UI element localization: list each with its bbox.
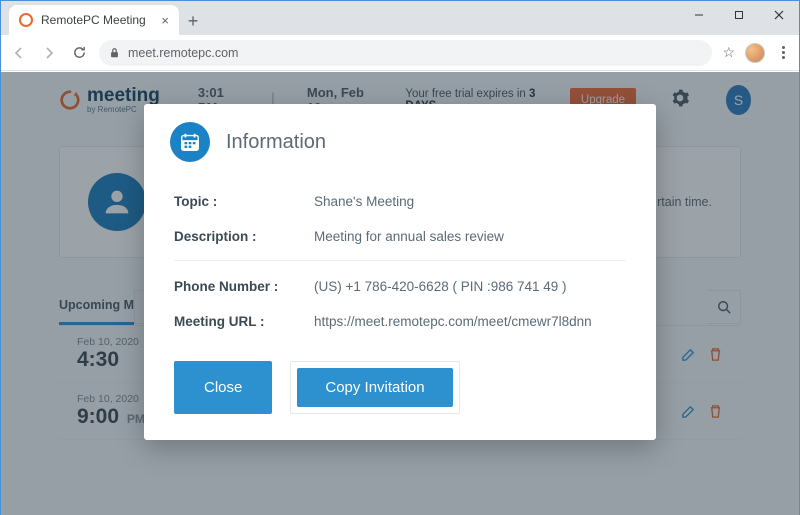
value-topic: Shane's Meeting — [314, 194, 626, 209]
value-url: https://meet.remotepc.com/meet/cmewr7l8d… — [314, 314, 626, 329]
modal-footer: Close Copy Invitation — [144, 339, 656, 414]
url-text: meet.remotepc.com — [128, 46, 238, 60]
copy-invitation-button[interactable]: Copy Invitation — [297, 368, 452, 407]
value-phone: (US) +1 786-420-6628 ( PIN :986 741 49 ) — [314, 279, 626, 294]
copy-button-frame: Copy Invitation — [290, 361, 459, 414]
new-tab-button[interactable]: + — [179, 7, 207, 35]
favicon-icon — [19, 13, 33, 27]
information-modal: Information Topic : Shane's Meeting Desc… — [144, 104, 656, 440]
modal-body: Topic : Shane's Meeting Description : Me… — [144, 178, 656, 339]
label-topic: Topic : — [174, 194, 314, 209]
value-description: Meeting for annual sales review — [314, 229, 626, 244]
back-button[interactable] — [9, 43, 29, 63]
label-url: Meeting URL : — [174, 314, 314, 329]
maximize-button[interactable] — [719, 1, 759, 29]
tab-strip: RemotePC Meeting × + — [1, 1, 799, 35]
modal-overlay[interactable]: Information Topic : Shane's Meeting Desc… — [1, 72, 799, 515]
app-page: meeting by RemotePC 3:01 PM | Mon, Feb 1… — [1, 72, 799, 515]
browser-tab[interactable]: RemotePC Meeting × — [9, 5, 179, 35]
tab-title: RemotePC Meeting — [41, 13, 146, 27]
browser-chrome: RemotePC Meeting × + meet.remotepc.com ☆ — [1, 1, 799, 72]
address-bar-row: meet.remotepc.com ☆ — [1, 35, 799, 71]
reload-button[interactable] — [69, 43, 89, 63]
bookmark-icon[interactable]: ☆ — [722, 44, 735, 61]
profile-avatar-icon[interactable] — [745, 43, 765, 63]
divider — [174, 260, 626, 261]
window-controls — [679, 1, 799, 29]
label-phone: Phone Number : — [174, 279, 314, 294]
calendar-icon — [170, 122, 210, 162]
modal-title: Information — [226, 131, 326, 154]
close-button[interactable]: Close — [174, 361, 272, 414]
address-bar[interactable]: meet.remotepc.com — [99, 40, 712, 66]
close-window-button[interactable] — [759, 1, 799, 29]
forward-button[interactable] — [39, 43, 59, 63]
lock-icon — [109, 47, 120, 59]
tab-close-icon[interactable]: × — [161, 13, 169, 28]
minimize-button[interactable] — [679, 1, 719, 29]
label-description: Description : — [174, 229, 314, 244]
browser-menu-button[interactable] — [775, 46, 791, 59]
modal-header: Information — [144, 104, 656, 178]
